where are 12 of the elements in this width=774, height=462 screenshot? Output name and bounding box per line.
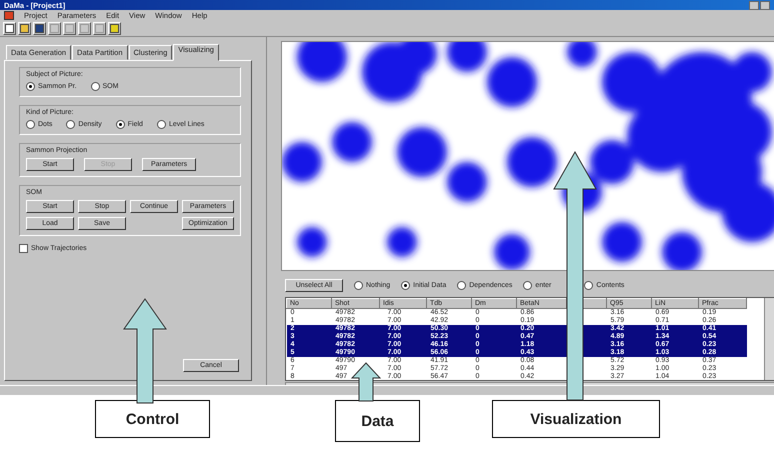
- toolbar-help-button[interactable]: [108, 22, 121, 34]
- toolbar-open-button[interactable]: [18, 22, 31, 34]
- callout-label: Data: [335, 400, 420, 442]
- toolbar-save-button[interactable]: [33, 22, 46, 34]
- scrollbar[interactable]: [764, 298, 774, 380]
- up-arrow: [351, 362, 381, 402]
- minimize-button[interactable]: [749, 0, 759, 10]
- document-icon: [4, 10, 14, 20]
- callout-label: Visualization: [492, 400, 660, 438]
- callout-label: Control: [95, 400, 210, 438]
- restore-button[interactable]: [760, 0, 770, 10]
- toolbar-new-button[interactable]: [3, 22, 16, 34]
